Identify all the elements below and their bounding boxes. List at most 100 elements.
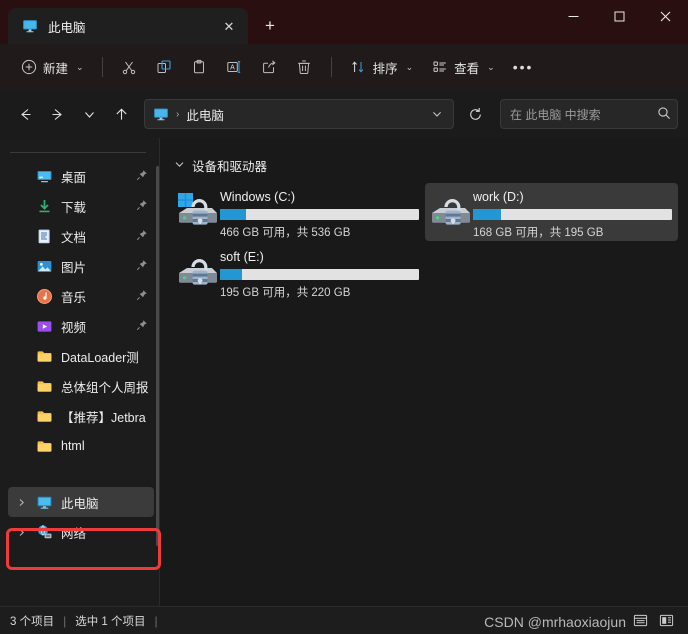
- close-icon[interactable]: ✕: [218, 15, 240, 37]
- pin-icon[interactable]: [136, 199, 150, 214]
- rename-button[interactable]: A: [218, 52, 251, 82]
- sidebar-divider: [10, 152, 146, 153]
- content-area: 桌面 下载 文档 图片 音乐 视频 DataLoader测 总体组个人周报 【推…: [0, 138, 688, 606]
- pin-icon[interactable]: [136, 229, 150, 244]
- up-button[interactable]: [106, 99, 136, 129]
- sidebar-item-label: 桌面: [61, 170, 87, 185]
- chevron-right-icon[interactable]: [14, 498, 28, 507]
- drive-usage-text: 466 GB 可用，共 536 GB: [220, 227, 351, 239]
- monitor-icon: [153, 106, 169, 122]
- search-placeholder: 在 此电脑 中搜索: [510, 107, 601, 122]
- sort-arrows-icon: [350, 59, 367, 76]
- scissors-icon: [121, 59, 138, 76]
- rename-icon: A: [226, 59, 243, 76]
- navigation-pane: 桌面 下载 文档 图片 音乐 视频 DataLoader测 总体组个人周报 【推…: [0, 138, 160, 606]
- sidebar-item-html[interactable]: html: [8, 431, 154, 461]
- sidebar-item-pictures[interactable]: 图片: [8, 251, 154, 281]
- search-icon[interactable]: [657, 106, 671, 123]
- sidebar-item-music[interactable]: 音乐: [8, 281, 154, 311]
- breadcrumb-path[interactable]: 此电脑: [186, 105, 224, 124]
- share-button[interactable]: [253, 52, 286, 82]
- large-icons-view-icon[interactable]: [654, 610, 678, 632]
- copy-button[interactable]: [148, 52, 181, 82]
- drive-name: work (D:): [473, 190, 524, 204]
- plus-circle-icon: [20, 59, 37, 76]
- address-bar[interactable]: › 此电脑: [144, 99, 454, 129]
- drive-name: Windows (C:): [220, 190, 296, 204]
- drive-tile-windows-c[interactable]: Windows (C:) 466 GB 可用，共 536 GB: [172, 183, 425, 241]
- chevron-right-icon[interactable]: [14, 528, 28, 537]
- back-button[interactable]: [10, 99, 40, 129]
- breadcrumb-separator: ›: [176, 108, 180, 120]
- view-button[interactable]: 查看 ⌄: [423, 52, 503, 82]
- sort-button[interactable]: 排序 ⌄: [342, 52, 422, 82]
- maximize-icon[interactable]: [596, 0, 642, 32]
- details-view-icon[interactable]: [628, 610, 652, 632]
- sidebar-item-jetbra[interactable]: 【推荐】Jetbra: [8, 401, 154, 431]
- drive-name: soft (E:): [220, 250, 264, 264]
- chevron-down-icon: ⌄: [487, 61, 495, 72]
- drive-tile-work-d[interactable]: work (D:) 168 GB 可用，共 195 GB: [425, 183, 678, 241]
- navigation-bar: › 此电脑 在 此电脑 中搜索: [0, 90, 688, 138]
- drive-tiles: Windows (C:) 466 GB 可用，共 536 GB work (D:…: [172, 183, 678, 303]
- search-input[interactable]: 在 此电脑 中搜索: [500, 99, 678, 129]
- pin-icon[interactable]: [136, 259, 150, 274]
- sidebar-item-documents[interactable]: 文档: [8, 221, 154, 251]
- folder-icon: [36, 348, 53, 365]
- chevron-down-icon: ⌄: [405, 61, 414, 72]
- paste-button[interactable]: [183, 52, 216, 82]
- chevron-down-icon[interactable]: [174, 159, 185, 173]
- drive-usage-text: 168 GB 可用，共 195 GB: [473, 227, 604, 239]
- more-options-button[interactable]: •••: [505, 52, 542, 82]
- sidebar-item-label: 文档: [61, 230, 87, 245]
- delete-button[interactable]: [288, 52, 321, 82]
- sidebar-item-label: 此电脑: [61, 496, 99, 511]
- drive-usage-fill: [220, 269, 242, 280]
- ellipsis-icon: •••: [512, 59, 534, 75]
- cut-button[interactable]: [113, 52, 146, 82]
- toolbar-divider-2: [330, 57, 332, 77]
- forward-button[interactable]: [42, 99, 72, 129]
- view-button-label: 查看: [454, 61, 480, 76]
- drive-usage-bar: [473, 209, 672, 220]
- drive-info: Windows (C:) 466 GB 可用，共 536 GB: [220, 189, 419, 240]
- sidebar-item-label: 总体组个人周报: [61, 380, 149, 395]
- sidebar-item-desktop[interactable]: 桌面: [8, 161, 154, 191]
- network-icon: [36, 524, 53, 541]
- sidebar-item-network[interactable]: 网络: [8, 517, 154, 547]
- drive-usage-fill: [473, 209, 501, 220]
- title-bar: 此电脑 ✕ +: [0, 0, 688, 44]
- chevron-down-icon: ⌄: [76, 61, 84, 72]
- sidebar-item-videos[interactable]: 视频: [8, 311, 154, 341]
- drive-info: work (D:) 168 GB 可用，共 195 GB: [473, 189, 672, 240]
- sidebar-item-label: 视频: [61, 320, 87, 335]
- sidebar-item-weekly-report[interactable]: 总体组个人周报: [8, 371, 154, 401]
- recent-locations-button[interactable]: [74, 99, 104, 129]
- minimize-icon[interactable]: [550, 0, 596, 32]
- sidebar-item-label: 音乐: [61, 290, 87, 305]
- sidebar-item-dataloader[interactable]: DataLoader测: [8, 341, 154, 371]
- close-icon[interactable]: [642, 0, 688, 32]
- file-list-pane: 设备和驱动器 Windows (C:) 466 GB 可用，共 536 GB w…: [160, 138, 688, 606]
- drive-usage-bar: [220, 209, 419, 220]
- group-title: 设备和驱动器: [192, 160, 268, 174]
- pin-icon[interactable]: [136, 319, 150, 334]
- new-button[interactable]: 新建 ⌄: [12, 52, 92, 82]
- item-count-label: 3 个项目: [10, 615, 55, 628]
- sidebar-item-this-pc[interactable]: 此电脑: [8, 487, 154, 517]
- sidebar-item-label: DataLoader测: [61, 350, 139, 365]
- refresh-button[interactable]: [460, 99, 490, 129]
- sidebar-item-downloads[interactable]: 下载: [8, 191, 154, 221]
- pin-icon[interactable]: [136, 169, 150, 184]
- pin-icon[interactable]: [136, 289, 150, 304]
- pictures-icon: [36, 258, 53, 275]
- copy-icon: [156, 59, 173, 76]
- tab-this-pc[interactable]: 此电脑 ✕: [8, 8, 248, 44]
- drive-tile-soft-e[interactable]: soft (E:) 195 GB 可用，共 220 GB: [172, 243, 425, 301]
- address-dropdown-button[interactable]: [425, 101, 449, 127]
- folder-icon: [36, 378, 53, 395]
- group-header-devices[interactable]: 设备和驱动器: [172, 156, 678, 175]
- window-controls: [550, 0, 688, 44]
- new-tab-button[interactable]: +: [254, 10, 286, 42]
